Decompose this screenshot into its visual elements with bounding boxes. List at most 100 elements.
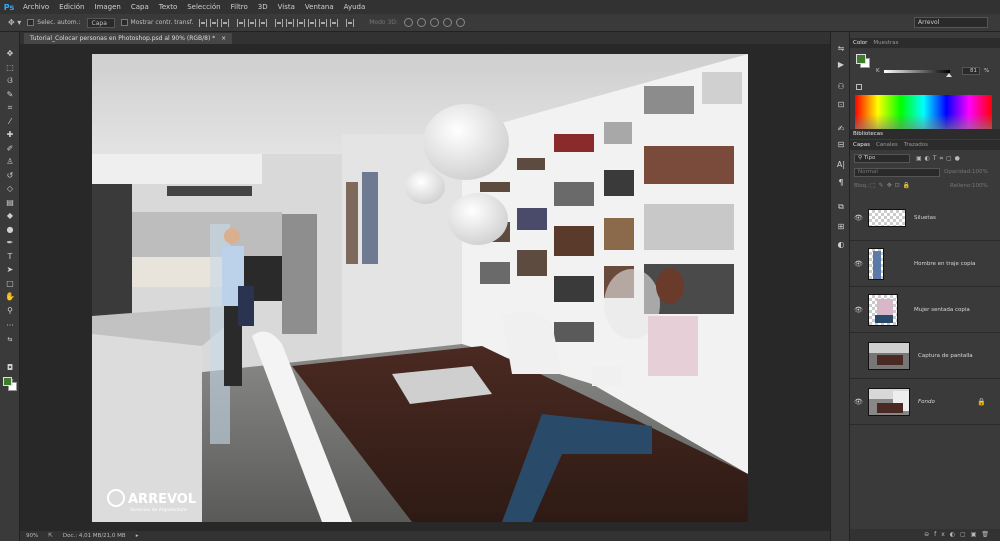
status-menu-icon[interactable]: ▸ bbox=[136, 533, 139, 539]
visibility-eye-hidden[interactable] bbox=[854, 352, 862, 360]
gamut-warning-icon[interactable] bbox=[856, 84, 862, 90]
visibility-eye-icon[interactable]: 👁 bbox=[854, 260, 863, 268]
align-bottom-icon[interactable] bbox=[221, 18, 230, 27]
shape-tool-icon[interactable]: ▢ bbox=[4, 278, 16, 289]
character-panel-icon[interactable]: A| bbox=[836, 160, 846, 170]
dodge-tool-icon[interactable]: ● bbox=[4, 224, 16, 235]
slide-3d-icon[interactable] bbox=[442, 18, 452, 27]
opacity-input[interactable]: 100% bbox=[972, 168, 992, 177]
tab-layers[interactable]: Capas bbox=[853, 142, 870, 148]
distribute-right-icon[interactable] bbox=[330, 18, 339, 27]
visibility-eye-icon[interactable]: 👁 bbox=[854, 306, 863, 314]
pen-tool-icon[interactable]: ✒ bbox=[4, 237, 16, 248]
visibility-eye-icon[interactable]: 👁 bbox=[854, 398, 863, 406]
crop-tool-icon[interactable]: ⌗ bbox=[4, 102, 16, 113]
swap-colors-icon[interactable]: ⇆ bbox=[4, 334, 16, 345]
layer-row[interactable]: 👁 Hombre en traje copia bbox=[850, 242, 1000, 287]
align-top-icon[interactable] bbox=[199, 18, 208, 27]
distribute-bottom-icon[interactable] bbox=[297, 18, 306, 27]
auto-select-checkbox[interactable] bbox=[27, 19, 35, 26]
tab-libraries[interactable]: Bibliotecas bbox=[853, 131, 883, 137]
channel-slider[interactable] bbox=[884, 70, 950, 73]
fill-input[interactable]: 100% bbox=[972, 183, 988, 189]
more-tools-icon[interactable]: ··· bbox=[4, 320, 16, 331]
tab-swatches[interactable]: Muestras bbox=[873, 40, 898, 46]
scale-3d-icon[interactable] bbox=[455, 18, 465, 27]
color-spectrum[interactable] bbox=[855, 95, 992, 129]
brush-panel-icon[interactable]: ✍ bbox=[836, 124, 846, 134]
menu-edicion[interactable]: Edición bbox=[54, 0, 89, 14]
menu-ayuda[interactable]: Ayuda bbox=[339, 0, 371, 14]
timeline-panel-icon[interactable]: ⊞ bbox=[836, 222, 846, 232]
menu-filtro[interactable]: Filtro bbox=[226, 0, 253, 14]
stamp-tool-icon[interactable]: ♙ bbox=[4, 156, 16, 167]
blend-mode-dropdown[interactable]: Normal bbox=[854, 168, 940, 177]
adjustments-panel-icon[interactable]: ⊡ bbox=[836, 100, 846, 110]
paragraph-panel-icon[interactable]: ¶ bbox=[836, 178, 846, 188]
history-panel-icon[interactable]: ⇋ bbox=[836, 44, 846, 54]
menu-3d[interactable]: 3D bbox=[253, 0, 273, 14]
layer-filter-icons[interactable]: ▣◐T⌗▢● bbox=[916, 155, 963, 163]
quick-mask-icon[interactable]: ◘ bbox=[4, 362, 16, 373]
quick-select-tool-icon[interactable]: ✎ bbox=[4, 89, 16, 100]
document-canvas[interactable]: ARREVOL Servicios de Arquitectura bbox=[92, 54, 748, 522]
layer-row[interactable]: Captura de pantalla bbox=[850, 334, 1000, 379]
actions-panel-icon[interactable]: ▶ bbox=[836, 60, 846, 70]
export-icon[interactable]: ⇱ bbox=[48, 533, 53, 539]
layer-row[interactable]: 👁 Fondo 🔒 bbox=[850, 380, 1000, 425]
history-brush-icon[interactable]: ↺ bbox=[4, 170, 16, 181]
3d-panel-icon[interactable]: ⧉ bbox=[836, 202, 846, 212]
tab-paths[interactable]: Trazados bbox=[904, 142, 928, 148]
lock-icons[interactable]: ⬚✎✥⊡🔒 bbox=[870, 182, 913, 189]
tab-channels[interactable]: Canales bbox=[876, 142, 898, 148]
channel-slider-thumb[interactable] bbox=[946, 73, 952, 77]
channel-value-input[interactable]: 81 bbox=[962, 67, 980, 75]
auto-select-dropdown[interactable]: Capa bbox=[86, 17, 115, 28]
brush-presets-icon[interactable]: ⊟ bbox=[836, 140, 846, 150]
brush-tool-icon[interactable]: ✐ bbox=[4, 143, 16, 154]
tab-color[interactable]: Color bbox=[853, 40, 867, 46]
gradient-tool-icon[interactable]: ▤ bbox=[4, 197, 16, 208]
navigator-panel-icon[interactable]: ◐ bbox=[836, 240, 846, 250]
rotate-3d-icon[interactable] bbox=[403, 18, 413, 27]
marquee-tool-icon[interactable]: ⬚ bbox=[4, 62, 16, 73]
distribute-left-icon[interactable] bbox=[308, 18, 317, 27]
zoom-tool-icon[interactable]: ⚲ bbox=[4, 305, 16, 316]
transform-controls-option[interactable]: Mostrar contr. transf. bbox=[120, 19, 193, 26]
menu-seleccion[interactable]: Selección bbox=[182, 0, 225, 14]
menu-capa[interactable]: Capa bbox=[126, 0, 154, 14]
menu-vista[interactable]: Vista bbox=[273, 0, 300, 14]
lasso-tool-icon[interactable]: ଓ bbox=[4, 75, 16, 86]
distribute-hcenter-icon[interactable] bbox=[319, 18, 328, 27]
menu-texto[interactable]: Texto bbox=[154, 0, 182, 14]
healing-tool-icon[interactable]: ✚ bbox=[4, 129, 16, 140]
auto-align-icon[interactable] bbox=[346, 18, 355, 27]
roll-3d-icon[interactable] bbox=[416, 18, 426, 27]
drag-3d-icon[interactable] bbox=[429, 18, 439, 27]
document-tab[interactable]: Tutorial_Colocar personas en Photoshop.p… bbox=[24, 33, 233, 44]
menu-imagen[interactable]: Imagen bbox=[90, 0, 126, 14]
align-left-icon[interactable] bbox=[237, 18, 246, 27]
layer-row[interactable]: 👁 Mujer sentada copia bbox=[850, 288, 1000, 333]
properties-panel-icon[interactable]: ⚇ bbox=[836, 82, 846, 92]
align-vcenter-icon[interactable] bbox=[210, 18, 219, 27]
doc-info[interactable]: Doc.: 4,01 MB/21,0 MB bbox=[63, 533, 126, 539]
foreground-color-swatch[interactable] bbox=[3, 377, 12, 386]
workspace-dropdown[interactable]: Arrevol bbox=[914, 17, 988, 28]
move-tool-icon[interactable]: ✥ bbox=[4, 48, 16, 59]
layer-row[interactable]: 👁 Siluetas bbox=[850, 196, 1000, 241]
zoom-level[interactable]: 90% bbox=[26, 533, 38, 539]
distribute-top-icon[interactable] bbox=[275, 18, 284, 27]
close-tab-icon[interactable]: × bbox=[221, 35, 226, 42]
eraser-tool-icon[interactable]: ◇ bbox=[4, 183, 16, 194]
align-hcenter-icon[interactable] bbox=[248, 18, 257, 27]
color-panel-foreground-swatch[interactable] bbox=[856, 54, 866, 64]
move-tool-preset-icon[interactable]: ✥ ▾ bbox=[8, 18, 21, 27]
menu-ventana[interactable]: Ventana bbox=[300, 0, 339, 14]
visibility-eye-icon[interactable]: 👁 bbox=[854, 214, 863, 222]
type-tool-icon[interactable]: T bbox=[4, 251, 16, 262]
transform-controls-checkbox[interactable] bbox=[120, 19, 128, 26]
auto-select-option[interactable]: Selec. autom.: bbox=[27, 19, 81, 26]
layer-filter-dropdown[interactable]: ⚲ Tipo bbox=[854, 154, 910, 163]
layers-bottom-toolbar[interactable]: ⊖fx◐▢▣🗑 bbox=[850, 529, 1000, 541]
